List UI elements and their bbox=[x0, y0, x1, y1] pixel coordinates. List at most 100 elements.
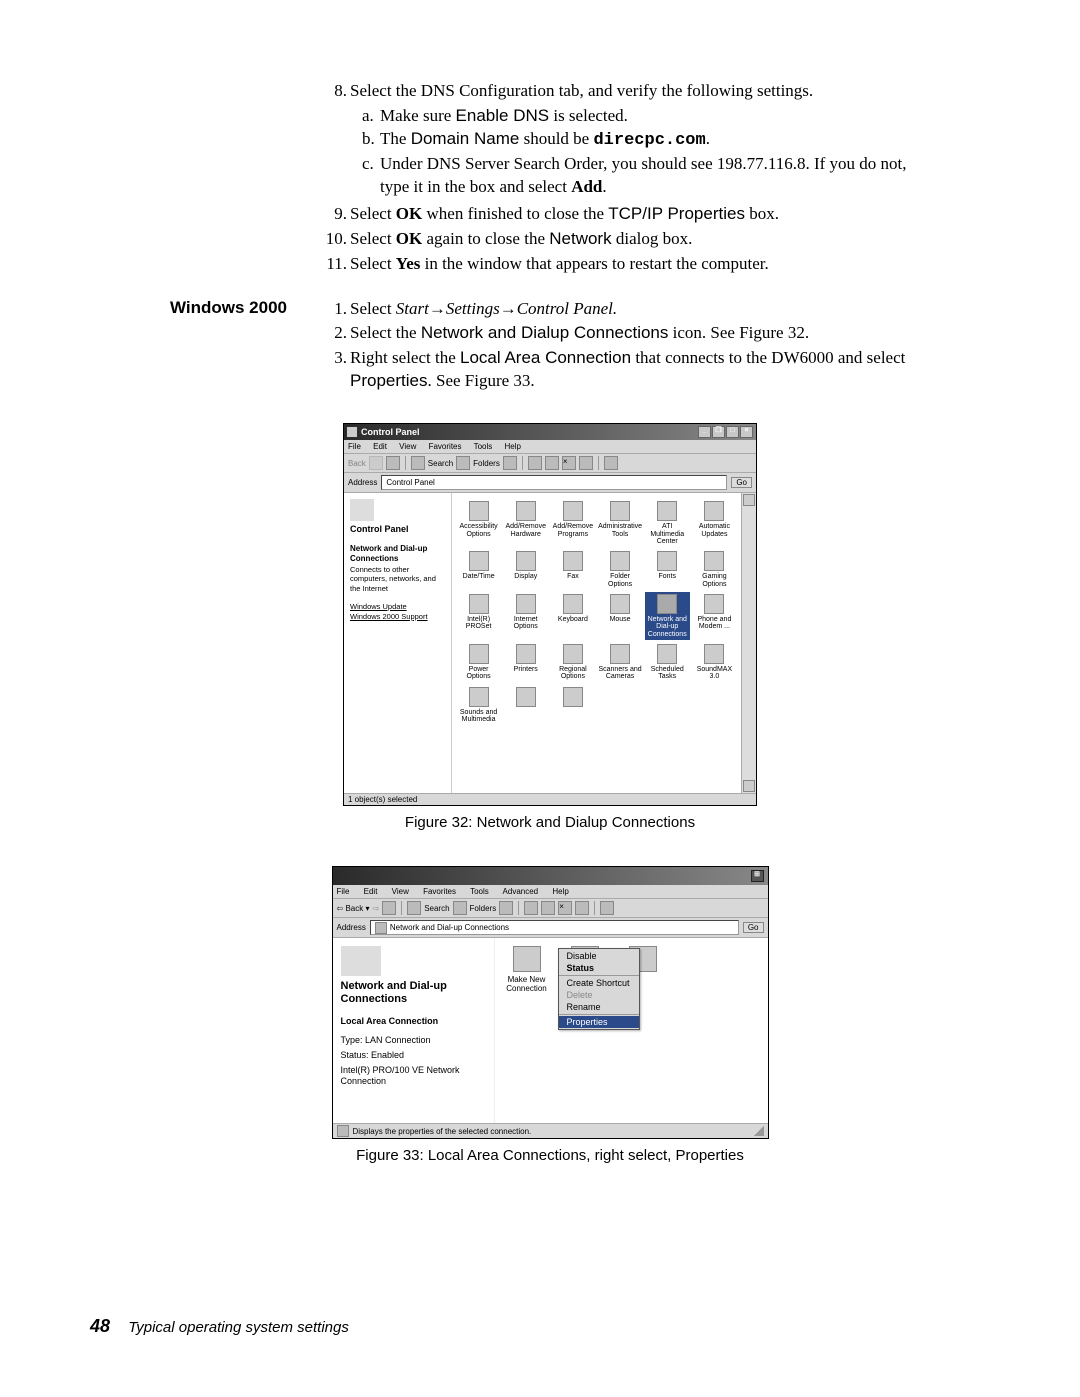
cp-item[interactable]: Mouse bbox=[598, 592, 643, 640]
cp-item[interactable]: Scheduled Tasks bbox=[645, 642, 690, 683]
cp-item-label: ATI Multimedia Center bbox=[645, 523, 690, 545]
cp-item[interactable]: Administrative Tools bbox=[598, 499, 643, 547]
cp-item-label: Internet Options bbox=[503, 616, 548, 631]
menu-favorites[interactable]: Favorites bbox=[429, 442, 462, 451]
forward-icon[interactable]: ⇨ bbox=[372, 904, 379, 913]
address-input[interactable]: Network and Dial-up Connections bbox=[370, 920, 739, 935]
undo-icon[interactable] bbox=[579, 456, 593, 470]
menu-advanced[interactable]: Advanced bbox=[503, 887, 539, 896]
address-input[interactable]: Control Panel bbox=[381, 475, 727, 490]
go-button[interactable]: Go bbox=[743, 922, 764, 933]
cp-item[interactable] bbox=[550, 685, 595, 726]
copy-icon[interactable] bbox=[541, 901, 555, 915]
menu-help[interactable]: Help bbox=[552, 887, 568, 896]
back-button[interactable]: ⇦ Back ▾ bbox=[337, 904, 370, 913]
restore-icon[interactable]: ❐ bbox=[712, 426, 725, 438]
link-support[interactable]: Windows 2000 Support bbox=[350, 612, 445, 622]
cp-item[interactable]: Network and Dial-up Connections bbox=[645, 592, 690, 640]
cp-item[interactable]: Display bbox=[503, 549, 548, 590]
history-icon[interactable] bbox=[499, 901, 513, 915]
cp-item-label: Folder Options bbox=[598, 573, 643, 588]
cp-item[interactable]: Fonts bbox=[645, 549, 690, 590]
move-icon[interactable] bbox=[524, 901, 538, 915]
cp-item[interactable]: Power Options bbox=[456, 642, 501, 683]
folders-icon[interactable] bbox=[453, 901, 467, 915]
side-panel: Network and Dial-up Connections Local Ar… bbox=[333, 938, 495, 1123]
ctx-properties[interactable]: Properties bbox=[559, 1016, 639, 1028]
ndc-logo-icon bbox=[341, 946, 381, 976]
cp-item[interactable]: ATI Multimedia Center bbox=[645, 499, 690, 547]
cp-item-icon bbox=[469, 644, 489, 664]
window-icon bbox=[347, 427, 357, 437]
history-icon[interactable] bbox=[503, 456, 517, 470]
cp-item[interactable]: Regional Options bbox=[550, 642, 595, 683]
cp-item-icon bbox=[704, 501, 724, 521]
win-logo-icon: ⊞ bbox=[751, 870, 764, 882]
search-icon[interactable] bbox=[407, 901, 421, 915]
ctx-status[interactable]: Status bbox=[559, 962, 639, 974]
cp-item-label: Administrative Tools bbox=[598, 523, 643, 538]
cp-item[interactable]: Printers bbox=[503, 642, 548, 683]
menu-tools[interactable]: Tools bbox=[474, 442, 493, 451]
ctx-disable[interactable]: Disable bbox=[559, 950, 639, 962]
folders-icon[interactable] bbox=[456, 456, 470, 470]
close-icon[interactable]: × bbox=[740, 426, 753, 438]
cp-item-icon bbox=[516, 687, 536, 707]
up-icon[interactable] bbox=[386, 456, 400, 470]
scrollbar[interactable] bbox=[741, 493, 756, 793]
ctx-shortcut[interactable]: Create Shortcut bbox=[559, 977, 639, 989]
menu-edit[interactable]: Edit bbox=[373, 442, 387, 451]
cp-item[interactable]: SoundMAX 3.0 bbox=[692, 642, 737, 683]
menu-view[interactable]: View bbox=[399, 442, 416, 451]
cp-item[interactable]: Intel(R) PROSet bbox=[456, 592, 501, 640]
cp-item[interactable]: Keyboard bbox=[550, 592, 595, 640]
forward-icon[interactable] bbox=[369, 456, 383, 470]
step-list-a: 8. Select the DNS Configuration tab, and… bbox=[350, 80, 930, 276]
menu-file[interactable]: File bbox=[337, 887, 350, 896]
status-bar: 1 object(s) selected bbox=[344, 793, 756, 805]
cp-item[interactable]: Internet Options bbox=[503, 592, 548, 640]
move-icon[interactable] bbox=[528, 456, 542, 470]
cp-item-label: Printers bbox=[503, 666, 548, 673]
menu-edit[interactable]: Edit bbox=[364, 887, 378, 896]
link-windows-update[interactable]: Windows Update bbox=[350, 602, 445, 612]
views-icon[interactable] bbox=[604, 456, 618, 470]
up-icon[interactable] bbox=[382, 901, 396, 915]
cp-item[interactable]: Gaming Options bbox=[692, 549, 737, 590]
copy-icon[interactable] bbox=[545, 456, 559, 470]
cp-item-icon bbox=[469, 687, 489, 707]
section-heading: Windows 2000 bbox=[170, 298, 287, 318]
cp-item[interactable]: Scanners and Cameras bbox=[598, 642, 643, 683]
cp-item[interactable] bbox=[503, 685, 548, 726]
menu-file[interactable]: File bbox=[348, 442, 361, 451]
cp-item-icon bbox=[516, 594, 536, 614]
cp-item[interactable]: Accessibility Options bbox=[456, 499, 501, 547]
item-make-new[interactable]: Make New Connection bbox=[503, 946, 551, 993]
cp-item[interactable]: Fax bbox=[550, 549, 595, 590]
search-icon[interactable] bbox=[411, 456, 425, 470]
window-title: Control Panel bbox=[361, 427, 698, 437]
maximize-icon[interactable]: □ bbox=[726, 426, 739, 438]
ctx-rename[interactable]: Rename bbox=[559, 1001, 639, 1013]
resize-grip-icon[interactable] bbox=[754, 1126, 764, 1136]
delete-icon[interactable]: × bbox=[562, 456, 576, 470]
cp-item[interactable]: Add/Remove Programs bbox=[550, 499, 595, 547]
menu-favorites[interactable]: Favorites bbox=[423, 887, 456, 896]
cp-item[interactable]: Add/Remove Hardware bbox=[503, 499, 548, 547]
cp-item[interactable]: Folder Options bbox=[598, 549, 643, 590]
cp-item[interactable]: Sounds and Multimedia bbox=[456, 685, 501, 726]
cp-item[interactable]: Date/Time bbox=[456, 549, 501, 590]
cp-item[interactable]: Automatic Updates bbox=[692, 499, 737, 547]
go-button[interactable]: Go bbox=[731, 477, 752, 488]
undo-icon[interactable] bbox=[575, 901, 589, 915]
cp-item[interactable]: Phone and Modem ... bbox=[692, 592, 737, 640]
views-icon[interactable] bbox=[600, 901, 614, 915]
menu-view[interactable]: View bbox=[392, 887, 409, 896]
side-item-name: Network and Dial-up Connections bbox=[350, 544, 445, 565]
minimize-icon[interactable]: _ bbox=[698, 426, 711, 438]
back-button[interactable]: Back bbox=[348, 459, 366, 468]
menu-tools[interactable]: Tools bbox=[470, 887, 489, 896]
delete-icon[interactable]: × bbox=[558, 901, 572, 915]
menu-help[interactable]: Help bbox=[505, 442, 521, 451]
cp-item-icon bbox=[704, 644, 724, 664]
